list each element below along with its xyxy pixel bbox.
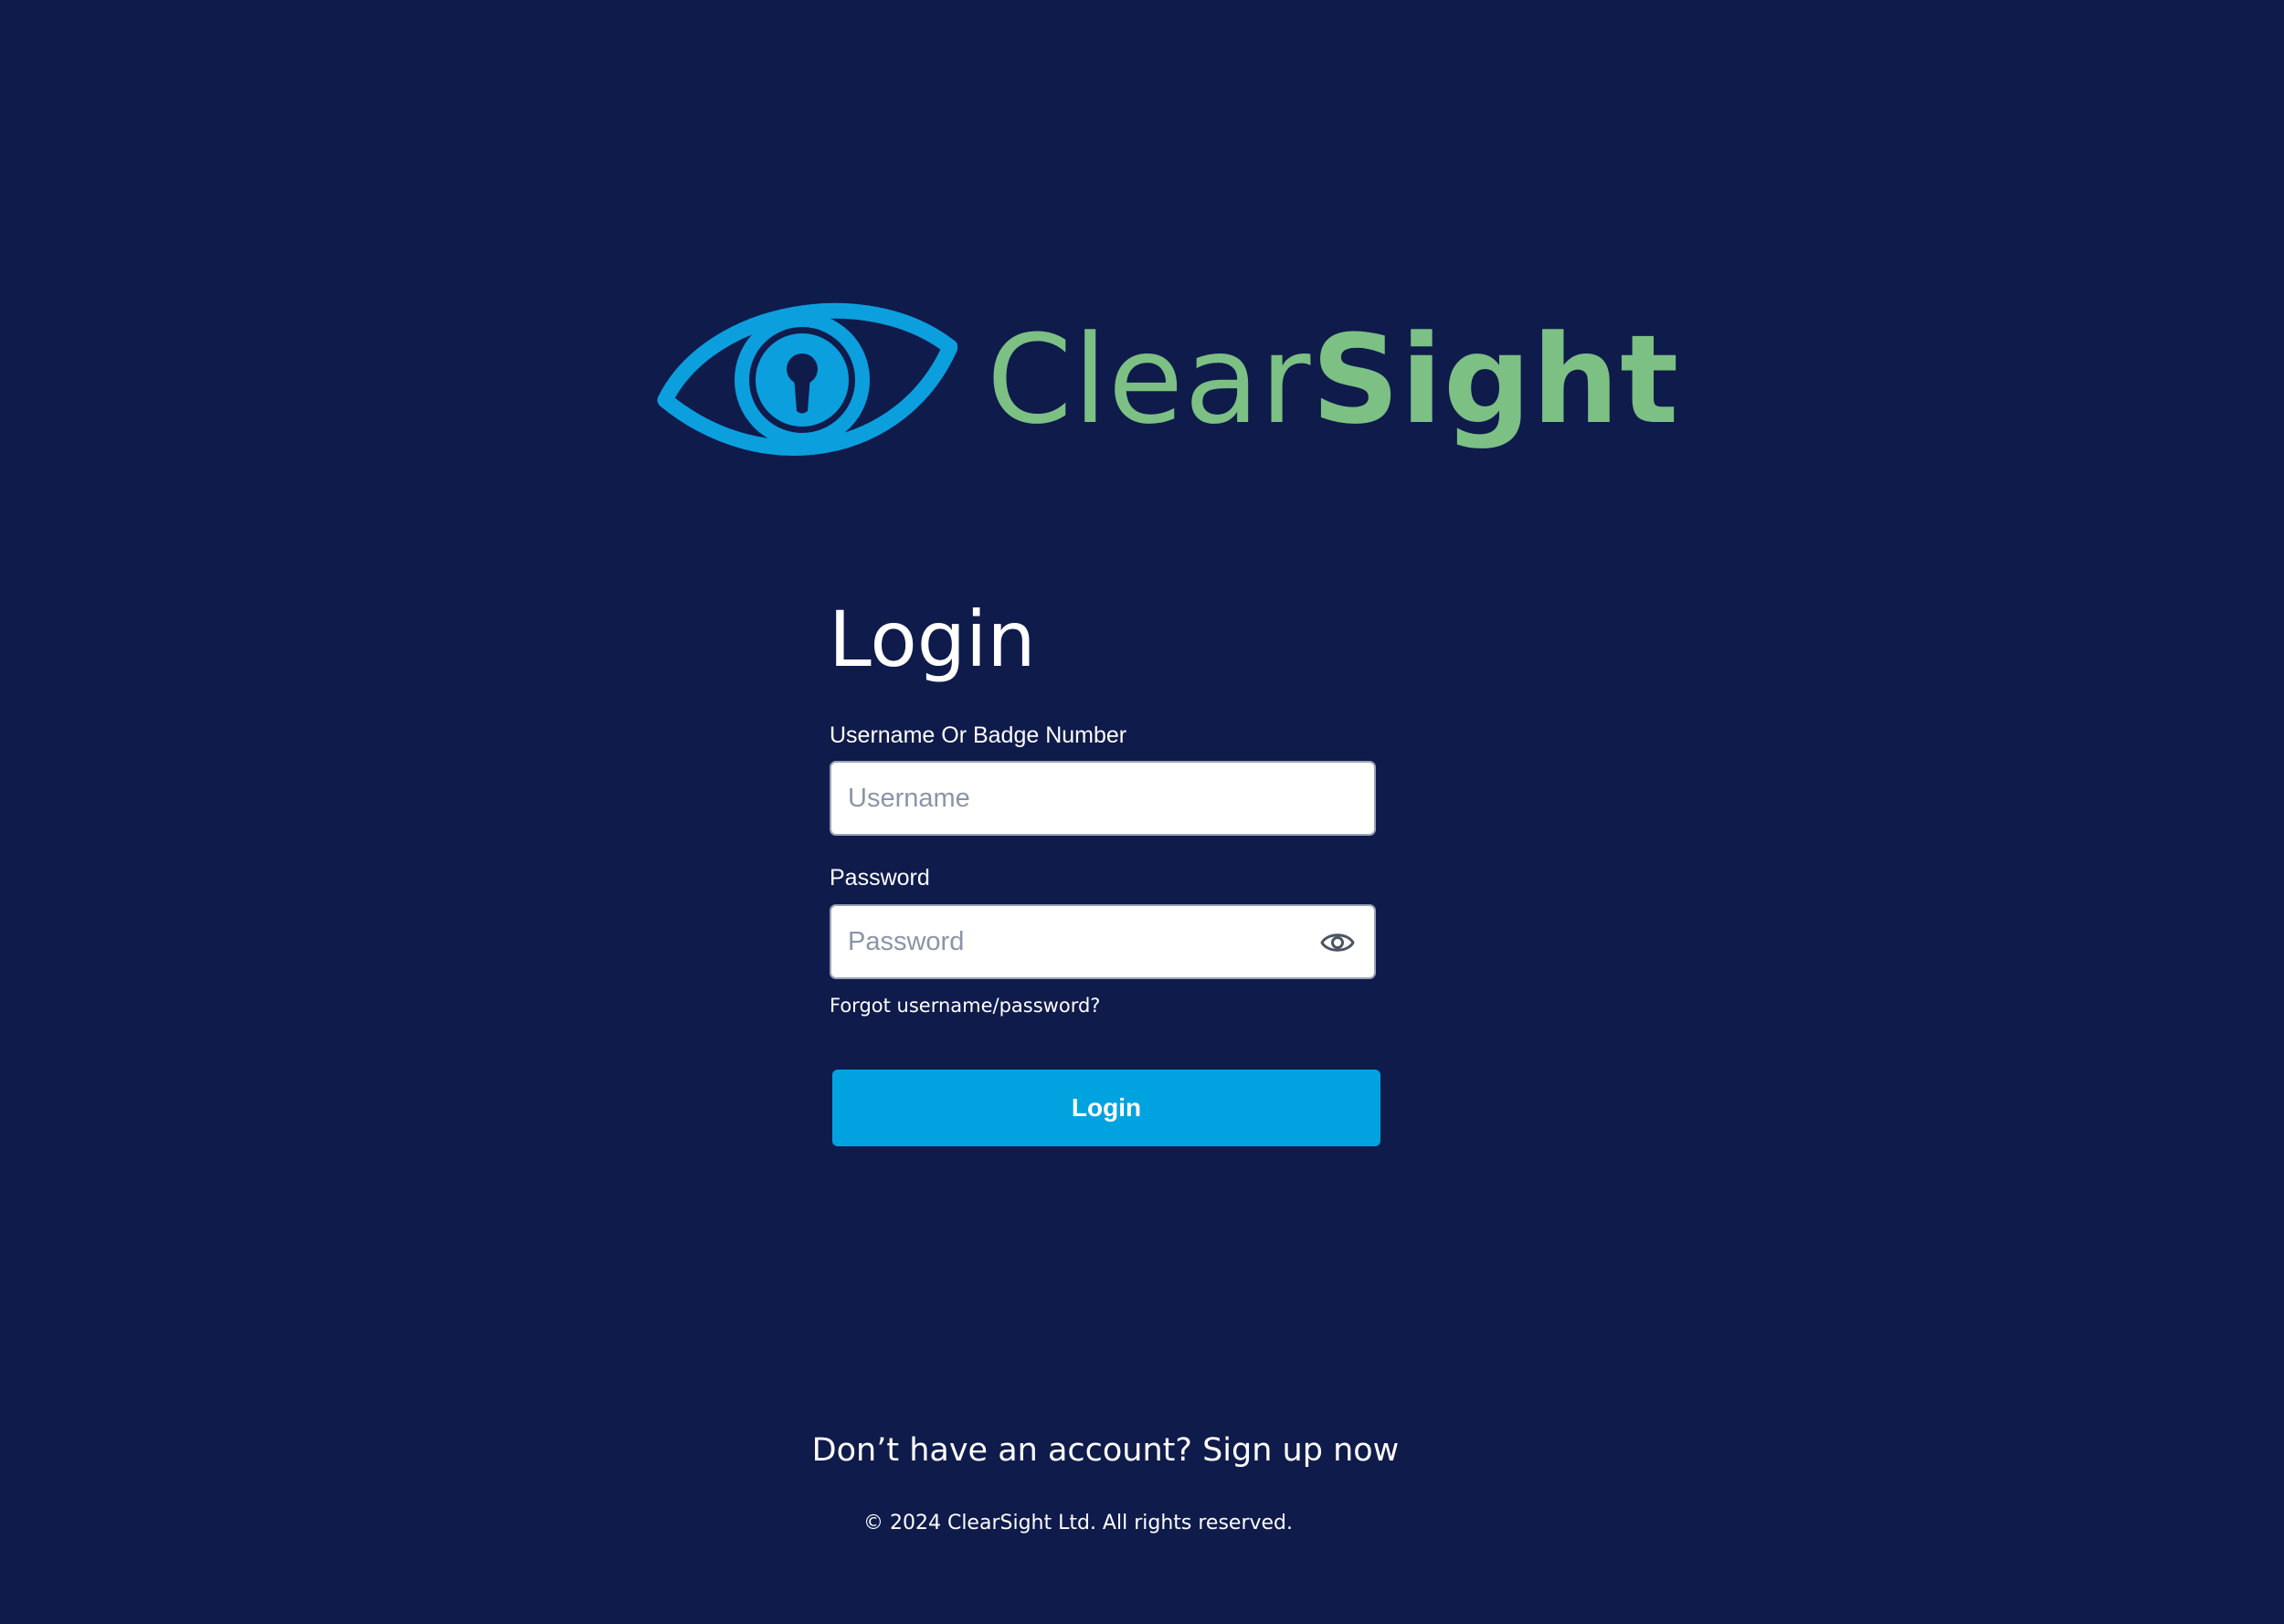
forgot-password-link[interactable]: Forgot username/password?: [830, 993, 1100, 1018]
eye-icon[interactable]: [1319, 926, 1356, 959]
username-field-wrapper[interactable]: [830, 761, 1376, 836]
username-input[interactable]: [848, 763, 1359, 834]
password-input[interactable]: [848, 906, 1305, 977]
password-field-wrapper[interactable]: [830, 904, 1376, 979]
username-label: Username Or Badge Number: [830, 722, 1127, 748]
brand-logo: ClearSight: [656, 290, 1678, 473]
login-button[interactable]: Login: [832, 1070, 1380, 1146]
brand-name-light: Clear: [987, 309, 1312, 451]
signup-prompt: Don’t have an account? Sign up now: [0, 1430, 2211, 1471]
copyright-text: © 2024 ClearSight Ltd. All rights reserv…: [862, 1512, 1293, 1534]
password-label: Password: [830, 865, 930, 891]
signup-prefix: Don’t have an account?: [811, 1432, 1203, 1469]
signup-link[interactable]: Sign up now: [1202, 1432, 1399, 1469]
eye-keyhole-icon: [657, 302, 957, 456]
brand-wordmark: ClearSight: [987, 307, 1679, 453]
page-title: Login: [829, 595, 1036, 684]
brand-name-bold: Sight: [1311, 309, 1680, 451]
